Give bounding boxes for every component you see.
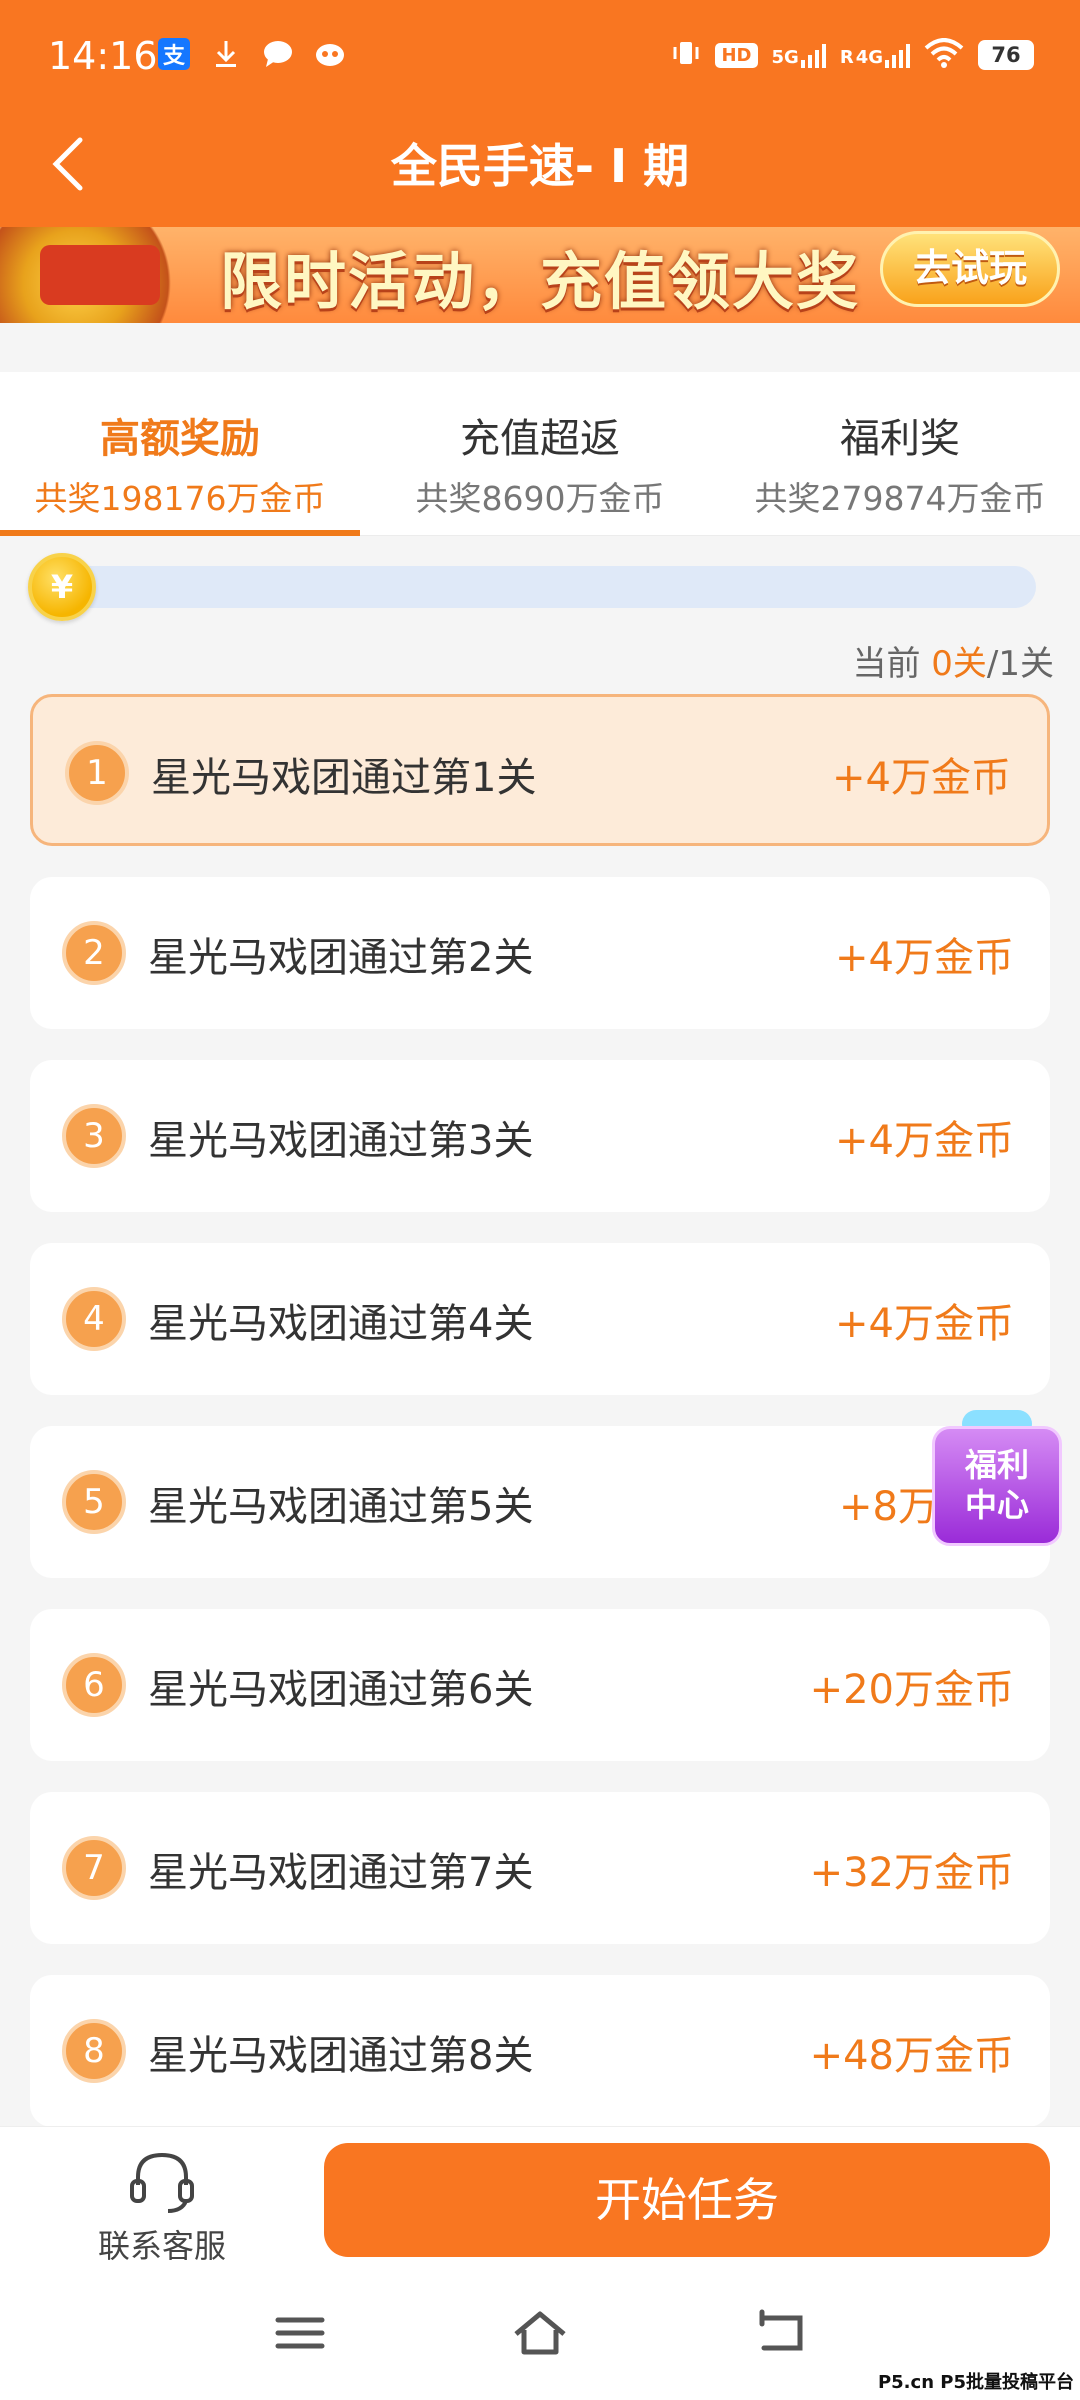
- progress-prefix: 当前: [852, 644, 932, 684]
- tab-title: 高额奖励: [100, 416, 260, 462]
- signal-5g-icon: 5G: [772, 42, 826, 68]
- task-number: 6: [62, 1653, 126, 1717]
- banner-text: 限时活动，充值领大奖: [220, 245, 861, 318]
- signal-5g-label: 5G: [771, 47, 799, 68]
- status-time: 14:16: [48, 34, 158, 78]
- task-reward: +8万: [839, 1484, 938, 1530]
- tab-subtitle: 共奖198176万金币: [34, 479, 326, 518]
- task-label: 星光马戏团通过第1关: [151, 755, 537, 801]
- download-icon: [210, 38, 242, 70]
- task-reward: +20万金币: [809, 1667, 1014, 1713]
- promo-banner[interactable]: 限时活动，充值领大奖 去试玩: [0, 227, 1080, 323]
- customer-service-button[interactable]: 联系客服: [82, 2147, 242, 2267]
- progress-total: /1关: [986, 644, 1054, 684]
- page-title: 全民手速- Ⅰ 期: [390, 139, 690, 193]
- progress-text: 当前 0关/1关: [852, 636, 1054, 685]
- task-number: 5: [62, 1470, 126, 1534]
- list-item[interactable]: 5 星光马戏团通过第5关 +8万: [30, 1426, 1050, 1578]
- welfare-line1: 福利: [964, 1446, 1029, 1484]
- top-bar: 14:16 支 HD 5G R 4G 76 全民手速- Ⅰ 期: [0, 0, 1080, 227]
- home-icon[interactable]: [510, 2308, 570, 2358]
- signal-4g-label: 4G: [855, 47, 883, 68]
- reward-tabs: 高额奖励 共奖198176万金币 充值超返 共奖8690万金币 福利奖 共奖27…: [0, 372, 1080, 536]
- watermark: P5.cn P5批量投稿平台: [877, 2372, 1074, 2393]
- task-label: 星光马戏团通过第8关: [148, 2033, 534, 2079]
- signal-4g-icon: R 4G: [840, 42, 910, 68]
- bottom-action-bar: 联系客服 开始任务: [0, 2126, 1080, 2268]
- vibrate-icon: [671, 38, 701, 72]
- hd-badge: HD: [715, 42, 758, 68]
- task-number: 1: [65, 741, 129, 805]
- progress-bar: [36, 566, 1036, 608]
- headset-icon: [122, 2147, 202, 2217]
- back-nav-icon[interactable]: [752, 2308, 812, 2358]
- wifi-icon: [924, 38, 964, 72]
- task-label: 星光马戏团通过第4关: [148, 1301, 534, 1347]
- system-icons: HD 5G R 4G 76: [671, 38, 1034, 72]
- task-reward: +4万金币: [835, 1301, 1014, 1347]
- task-label: 星光马戏团通过第2关: [148, 935, 534, 981]
- list-item[interactable]: 7 星光马戏团通过第7关 +32万金币: [30, 1792, 1050, 1944]
- task-label: 星光马戏团通过第3关: [148, 1118, 534, 1164]
- start-task-button[interactable]: 开始任务: [324, 2143, 1050, 2257]
- active-tab-indicator: [0, 530, 360, 536]
- tab-welfare[interactable]: 福利奖 共奖279874万金币: [720, 372, 1080, 536]
- task-reward: +4万金币: [832, 755, 1011, 801]
- tab-title: 充值超返: [460, 416, 620, 462]
- task-number: 4: [62, 1287, 126, 1351]
- task-label: 星光马戏团通过第7关: [148, 1850, 534, 1896]
- task-label: 星光马戏团通过第6关: [148, 1667, 534, 1713]
- list-item[interactable]: 1 星光马戏团通过第1关 +4万金币: [30, 694, 1050, 846]
- welfare-center-button[interactable]: 福利 中心: [928, 1410, 1070, 1550]
- list-item[interactable]: 3 星光马戏团通过第3关 +4万金币: [30, 1060, 1050, 1212]
- battery-icon: 76: [978, 40, 1034, 70]
- task-number: 2: [62, 921, 126, 985]
- welfare-line2: 中心: [964, 1486, 1029, 1524]
- gift-box-icon: [40, 245, 160, 305]
- list-item[interactable]: 2 星光马戏团通过第2关 +4万金币: [30, 877, 1050, 1029]
- message-icon: [262, 38, 294, 70]
- roaming-label: R: [839, 47, 854, 68]
- tab-high-reward[interactable]: 高额奖励 共奖198176万金币: [0, 372, 360, 536]
- task-label: 星光马戏团通过第5关: [148, 1484, 534, 1530]
- tab-subtitle: 共奖8690万金币: [415, 479, 665, 518]
- task-number: 3: [62, 1104, 126, 1168]
- tab-recharge-rebate[interactable]: 充值超返 共奖8690万金币: [360, 372, 720, 536]
- welfare-center-label: 福利 中心: [932, 1426, 1062, 1546]
- notification-icons: 支: [158, 38, 346, 70]
- status-bar: 14:16 支 HD 5G R 4G 76: [0, 0, 1080, 118]
- alipay-icon: 支: [158, 38, 190, 70]
- progress-current: 0关: [931, 644, 987, 684]
- coin-icon: ¥: [28, 553, 96, 621]
- task-number: 8: [62, 2019, 126, 2083]
- customer-service-label: 联系客服: [97, 2227, 226, 2265]
- system-nav-bar: P5.cn P5批量投稿平台: [0, 2268, 1080, 2400]
- tab-title: 福利奖: [840, 416, 960, 462]
- list-item[interactable]: 6 星光马戏团通过第6关 +20万金币: [30, 1609, 1050, 1761]
- list-item[interactable]: 8 星光马戏团通过第8关 +48万金币: [30, 1975, 1050, 2127]
- try-play-button[interactable]: 去试玩: [880, 231, 1060, 307]
- task-number: 7: [62, 1836, 126, 1900]
- menu-icon[interactable]: [270, 2308, 330, 2358]
- app-notification-icon: [314, 38, 346, 70]
- task-reward: +4万金币: [835, 1118, 1014, 1164]
- task-reward: +48万金币: [809, 2033, 1014, 2079]
- task-reward: +4万金币: [835, 935, 1014, 981]
- list-item[interactable]: 4 星光马戏团通过第4关 +4万金币: [30, 1243, 1050, 1395]
- tab-subtitle: 共奖279874万金币: [754, 479, 1046, 518]
- task-reward: +32万金币: [809, 1850, 1014, 1896]
